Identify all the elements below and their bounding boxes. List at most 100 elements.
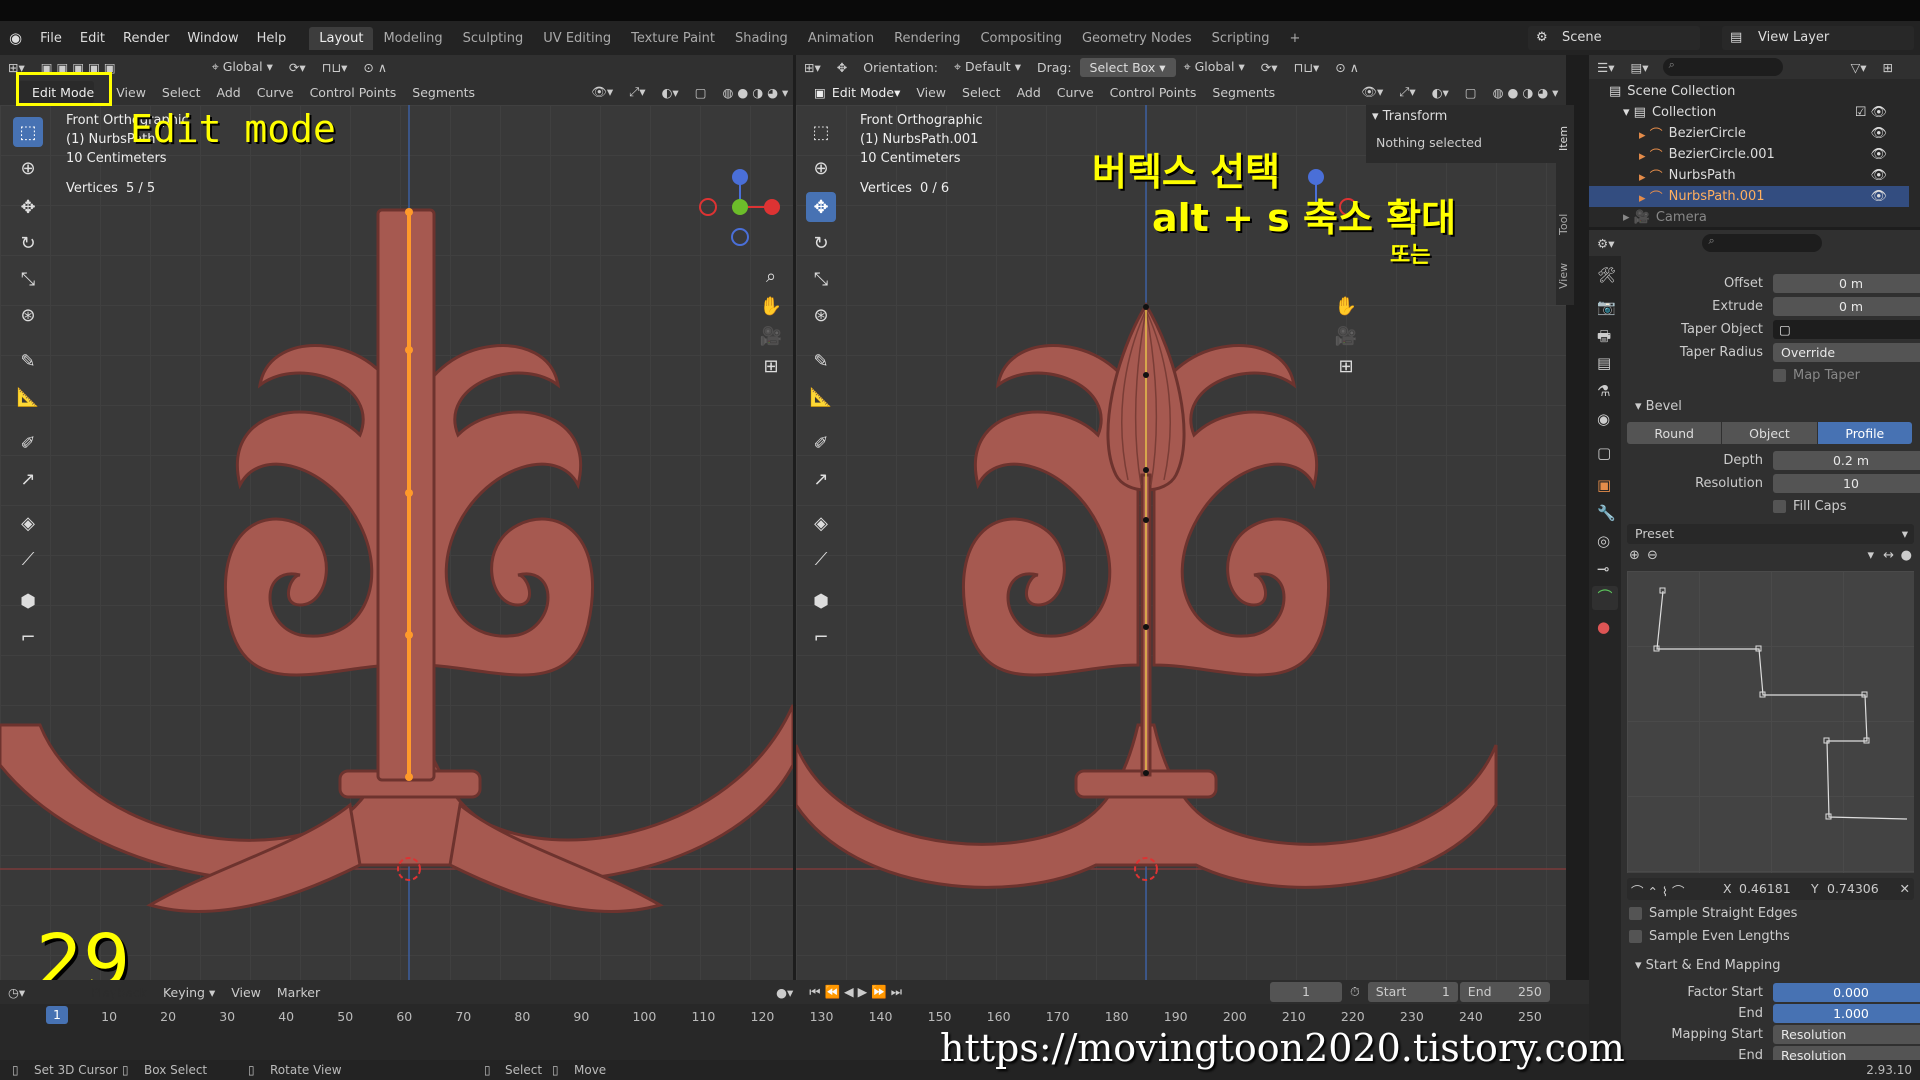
factor-start-field[interactable]: 0.000: [1773, 983, 1920, 1002]
tilt-tool[interactable]: ◈: [13, 508, 43, 538]
curve-pen-tool[interactable]: ↗: [13, 464, 43, 494]
bevel-object-button[interactable]: Object: [1722, 422, 1817, 444]
menu-edit[interactable]: Edit: [71, 31, 114, 46]
editor-type-icon-2[interactable]: ⊞▾: [796, 60, 829, 75]
left-menu-curve[interactable]: Curve: [249, 85, 302, 100]
pivot-icon-2[interactable]: ⟳▾: [1253, 60, 1286, 75]
left-menu-segments[interactable]: Segments: [404, 85, 483, 100]
radius-tool-2[interactable]: ⟋: [806, 544, 836, 574]
bevel-profile-button[interactable]: Profile: [1817, 422, 1912, 444]
outliner-row-nurbspath[interactable]: ▸ ⌒ NurbsPath 👁: [1589, 165, 1909, 186]
tab-animation[interactable]: Animation: [798, 27, 884, 50]
select-box-tool-2[interactable]: ⬚: [806, 117, 836, 147]
profile-options-icon[interactable]: ▾: [1867, 548, 1874, 563]
snap-icon[interactable]: ⊓⊔▾: [314, 60, 356, 75]
transform-panel-header[interactable]: ▾ Transform: [1372, 109, 1447, 124]
grid-view-icon-2[interactable]: ⊞: [1331, 351, 1361, 381]
material-tab-icon[interactable]: ●: [1597, 618, 1610, 636]
cursor-tool[interactable]: ⊕: [13, 153, 43, 183]
timeline-menu-marker[interactable]: Marker: [269, 985, 328, 1000]
pan-hand-icon[interactable]: ✋: [756, 291, 786, 321]
sample-even-checkbox[interactable]: [1629, 930, 1642, 943]
proportional-icon-2[interactable]: ⊙ ∧: [1327, 60, 1367, 75]
x-value[interactable]: 0.46181: [1739, 881, 1791, 896]
constraints-tab-icon[interactable]: ⊸: [1597, 560, 1610, 578]
gizmo-toggle-icon[interactable]: ⤢▾: [621, 84, 653, 100]
outliner-search-input[interactable]: ⌕: [1662, 58, 1783, 76]
reverse-icon[interactable]: ↔: [1883, 548, 1894, 563]
move-tool[interactable]: ✥: [13, 192, 43, 222]
tab-compositing[interactable]: Compositing: [970, 27, 1072, 50]
fill-caps-checkbox[interactable]: [1773, 500, 1786, 513]
clip-icon[interactable]: ●: [1901, 548, 1912, 563]
right-menu-select[interactable]: Select: [954, 85, 1009, 100]
timeline-menu-view[interactable]: View: [223, 985, 269, 1000]
right-menu-segments[interactable]: Segments: [1204, 85, 1283, 100]
outliner-row-camera[interactable]: ▸ 🎥 Camera: [1589, 207, 1909, 228]
offset-field[interactable]: 0 m: [1773, 274, 1920, 293]
move-tool-2[interactable]: ✥: [806, 192, 836, 222]
menu-render[interactable]: Render: [114, 31, 178, 46]
shading-modes-icon[interactable]: ◍ ● ◑ ◕ ▾: [715, 85, 794, 100]
eye-icon[interactable]: 👁: [1870, 126, 1887, 141]
y-value[interactable]: 0.74306: [1827, 881, 1879, 896]
zoom-icon[interactable]: ⌕: [756, 261, 786, 291]
left-menu-add[interactable]: Add: [208, 85, 248, 100]
overlay-toggle-icon-2[interactable]: ◐▾: [1424, 85, 1457, 100]
tab-shading[interactable]: Shading: [725, 27, 798, 50]
menu-playback[interactable]: Playback: [83, 985, 155, 1000]
move-gizmo-icon[interactable]: ✥: [829, 60, 855, 75]
eye-icon[interactable]: 👁: [1870, 147, 1887, 162]
map-taper-checkbox[interactable]: [1773, 369, 1786, 382]
outliner-editor-icon[interactable]: ☰▾: [1589, 60, 1622, 75]
overlay-toggle-icon[interactable]: ◐▾: [654, 85, 687, 100]
select-box-tool[interactable]: ⬚: [13, 117, 43, 147]
mapping-start-dropdown[interactable]: Resolution: [1773, 1025, 1920, 1044]
extrude-tool[interactable]: ⬢: [13, 586, 43, 616]
profile-curve-widget[interactable]: [1627, 571, 1914, 873]
scene-selector[interactable]: ⚙ Scene: [1528, 26, 1700, 50]
properties-search-input[interactable]: ⌕: [1702, 234, 1823, 252]
sidebar-tab-item[interactable]: Item: [1557, 126, 1570, 151]
cursor-tool-2[interactable]: ⊕: [806, 153, 836, 183]
bevel-round-button[interactable]: Round: [1627, 422, 1722, 444]
left-menu-view[interactable]: View: [108, 85, 154, 100]
scene-tab-icon[interactable]: ⚗: [1597, 382, 1610, 400]
annotate-tool[interactable]: ✎: [13, 346, 43, 376]
left-3d-viewport[interactable]: Front Orthographic (1) NurbsPath 10 Cent…: [0, 105, 793, 980]
extrude-tool-2[interactable]: ⬢: [806, 586, 836, 616]
right-3d-viewport[interactable]: Front Orthographic (1) NurbsPath.001 10 …: [796, 105, 1566, 980]
radius-tool[interactable]: ⟋: [13, 544, 43, 574]
outliner-row-collection[interactable]: ▾ ▤ Collection ☑ 👁: [1589, 102, 1909, 123]
orientation-dropdown[interactable]: ⌖ Default ▾: [946, 59, 1029, 75]
record-icon[interactable]: ●▾: [768, 985, 801, 1000]
resolution-field[interactable]: 10: [1773, 474, 1920, 493]
eye-icon[interactable]: 👁: [1870, 168, 1887, 183]
view-layer-tab-icon[interactable]: ▤: [1597, 354, 1611, 372]
tool-tab-icon[interactable]: 🛠: [1597, 266, 1616, 284]
xray-icon[interactable]: ▢: [687, 85, 715, 100]
modifier-tab-icon[interactable]: 🔧: [1597, 504, 1616, 522]
extrude-field[interactable]: 0 m: [1773, 297, 1920, 316]
eye-icon[interactable]: 👁: [1870, 189, 1887, 204]
pivot-icon[interactable]: ⟳▾: [281, 60, 314, 75]
tilt-tool-2[interactable]: ◈: [806, 508, 836, 538]
zoom-out-icon[interactable]: ⊖: [1647, 548, 1658, 563]
new-collection-icon[interactable]: ⊞: [1874, 60, 1900, 75]
taper-radius-dropdown[interactable]: Override: [1773, 343, 1920, 362]
preset-dropdown[interactable]: Preset ▾: [1627, 524, 1914, 544]
menu-keying[interactable]: Keying ▾: [155, 985, 223, 1000]
collection-tab-icon[interactable]: ▢: [1597, 444, 1611, 462]
object-tab-icon[interactable]: ▣: [1597, 476, 1611, 494]
measure-tool[interactable]: 📐: [13, 382, 43, 412]
sample-straight-checkbox[interactable]: [1629, 907, 1642, 920]
bevel-header[interactable]: ▾ Bevel: [1621, 396, 1920, 418]
sidebar-tab-view[interactable]: View: [1557, 263, 1570, 289]
shading-modes-icon-2[interactable]: ◍ ● ◑ ◕ ▾: [1485, 85, 1566, 100]
blender-logo-icon[interactable]: ◉: [0, 29, 31, 47]
current-frame-field[interactable]: 1: [1270, 982, 1343, 1002]
right-menu-view[interactable]: View: [908, 85, 954, 100]
visibility-icon-2[interactable]: 👁▾: [1353, 84, 1391, 100]
properties-editor-icon[interactable]: ⚙▾: [1589, 236, 1622, 251]
start-frame-field[interactable]: Start 1: [1367, 982, 1458, 1002]
